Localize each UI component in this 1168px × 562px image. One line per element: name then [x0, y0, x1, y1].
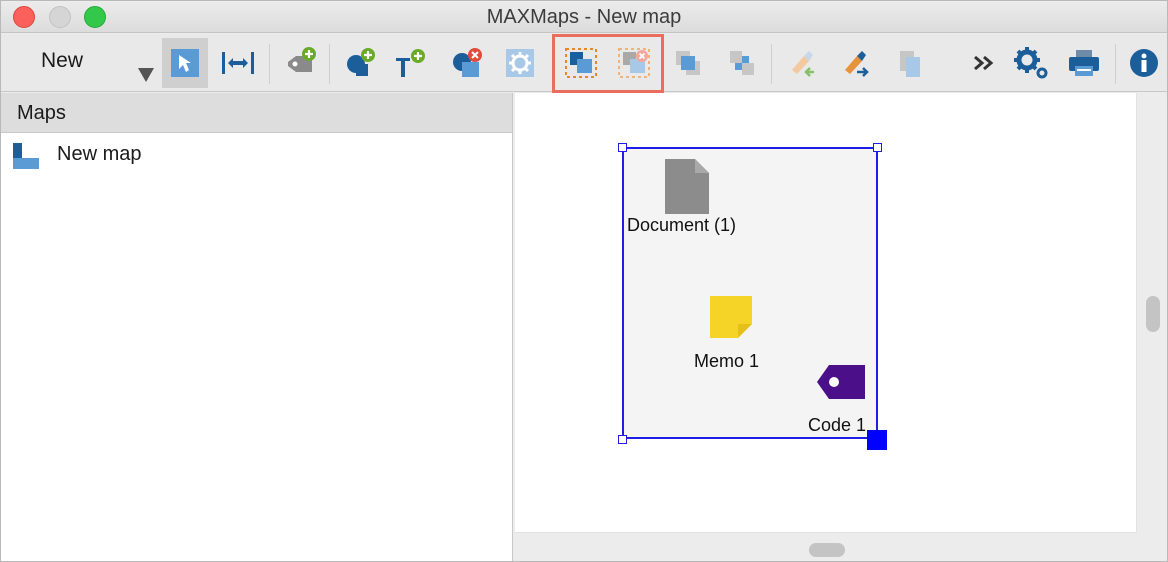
memo-node[interactable] — [710, 296, 752, 343]
printer-icon — [1069, 50, 1099, 76]
resize-handle[interactable] — [618, 435, 627, 444]
maps-panel: Maps New map — [1, 93, 513, 561]
memo-icon — [710, 296, 752, 338]
toolbar-separator — [329, 44, 330, 84]
remove-object-button[interactable] — [444, 38, 490, 88]
add-text-button[interactable] — [387, 38, 433, 88]
send-to-back-icon — [730, 51, 754, 75]
code-node[interactable] — [817, 365, 865, 404]
map-list-item-label: New map — [57, 143, 142, 165]
copy-icon — [900, 51, 920, 77]
add-code-icon — [288, 47, 316, 72]
window-title: MAXMaps - New map — [486, 6, 682, 28]
bring-to-front-icon — [676, 51, 700, 75]
new-map-button[interactable]: New — [41, 49, 83, 73]
app-window: MAXMaps - New map New Maps New map Docum… — [0, 0, 1168, 562]
group-tools-highlight — [552, 34, 664, 93]
copy-button[interactable] — [887, 38, 933, 88]
arrow-cursor-icon — [171, 49, 199, 77]
print-button[interactable] — [1061, 38, 1107, 88]
select-tool-button[interactable] — [162, 38, 208, 88]
object-settings-button[interactable] — [497, 38, 543, 88]
info-button[interactable] — [1121, 38, 1167, 88]
document-icon — [665, 159, 709, 214]
horizontal-scrollbar[interactable] — [809, 543, 845, 557]
toolbar-separator — [269, 44, 270, 84]
toolbar-separator — [1115, 44, 1116, 84]
resize-handle[interactable] — [873, 143, 882, 152]
bring-to-front-button[interactable] — [665, 38, 711, 88]
options-gear-icon — [1014, 47, 1048, 79]
add-shape-icon — [347, 48, 375, 76]
paste-format-button[interactable] — [779, 38, 825, 88]
fit-width-button[interactable] — [215, 38, 261, 88]
code-tag-icon — [817, 365, 865, 399]
vertical-scrollbar[interactable] — [1146, 296, 1160, 332]
options-button[interactable] — [1009, 38, 1055, 88]
resize-handle-active[interactable] — [867, 430, 887, 450]
add-code-button[interactable] — [277, 38, 323, 88]
double-chevron-icon — [974, 55, 994, 71]
memo-node-label: Memo 1 — [694, 351, 760, 371]
maps-panel-header: Maps — [1, 93, 512, 133]
add-shape-button[interactable] — [337, 38, 383, 88]
map-list-item[interactable]: New map — [11, 141, 311, 171]
send-to-back-button[interactable] — [719, 38, 765, 88]
new-dropdown-icon[interactable] — [138, 68, 154, 82]
map-icon — [13, 143, 39, 169]
document-node[interactable] — [665, 159, 709, 219]
info-icon — [1130, 49, 1158, 77]
resize-handle[interactable] — [618, 143, 627, 152]
maps-panel-title: Maps — [17, 102, 66, 124]
fit-width-icon — [222, 52, 254, 74]
code-node-label: Code 1 — [808, 415, 867, 435]
title-bar: MAXMaps - New map — [1, 1, 1167, 33]
gear-icon — [506, 49, 534, 77]
add-text-icon — [396, 49, 425, 77]
more-tools-button[interactable] — [963, 38, 1009, 88]
paint-brush-icon — [792, 51, 814, 77]
remove-object-icon — [453, 48, 482, 77]
copy-format-button[interactable] — [832, 38, 878, 88]
document-node-label: Document (1) — [627, 215, 737, 235]
format-copy-icon — [845, 51, 869, 77]
toolbar-separator — [771, 44, 772, 84]
